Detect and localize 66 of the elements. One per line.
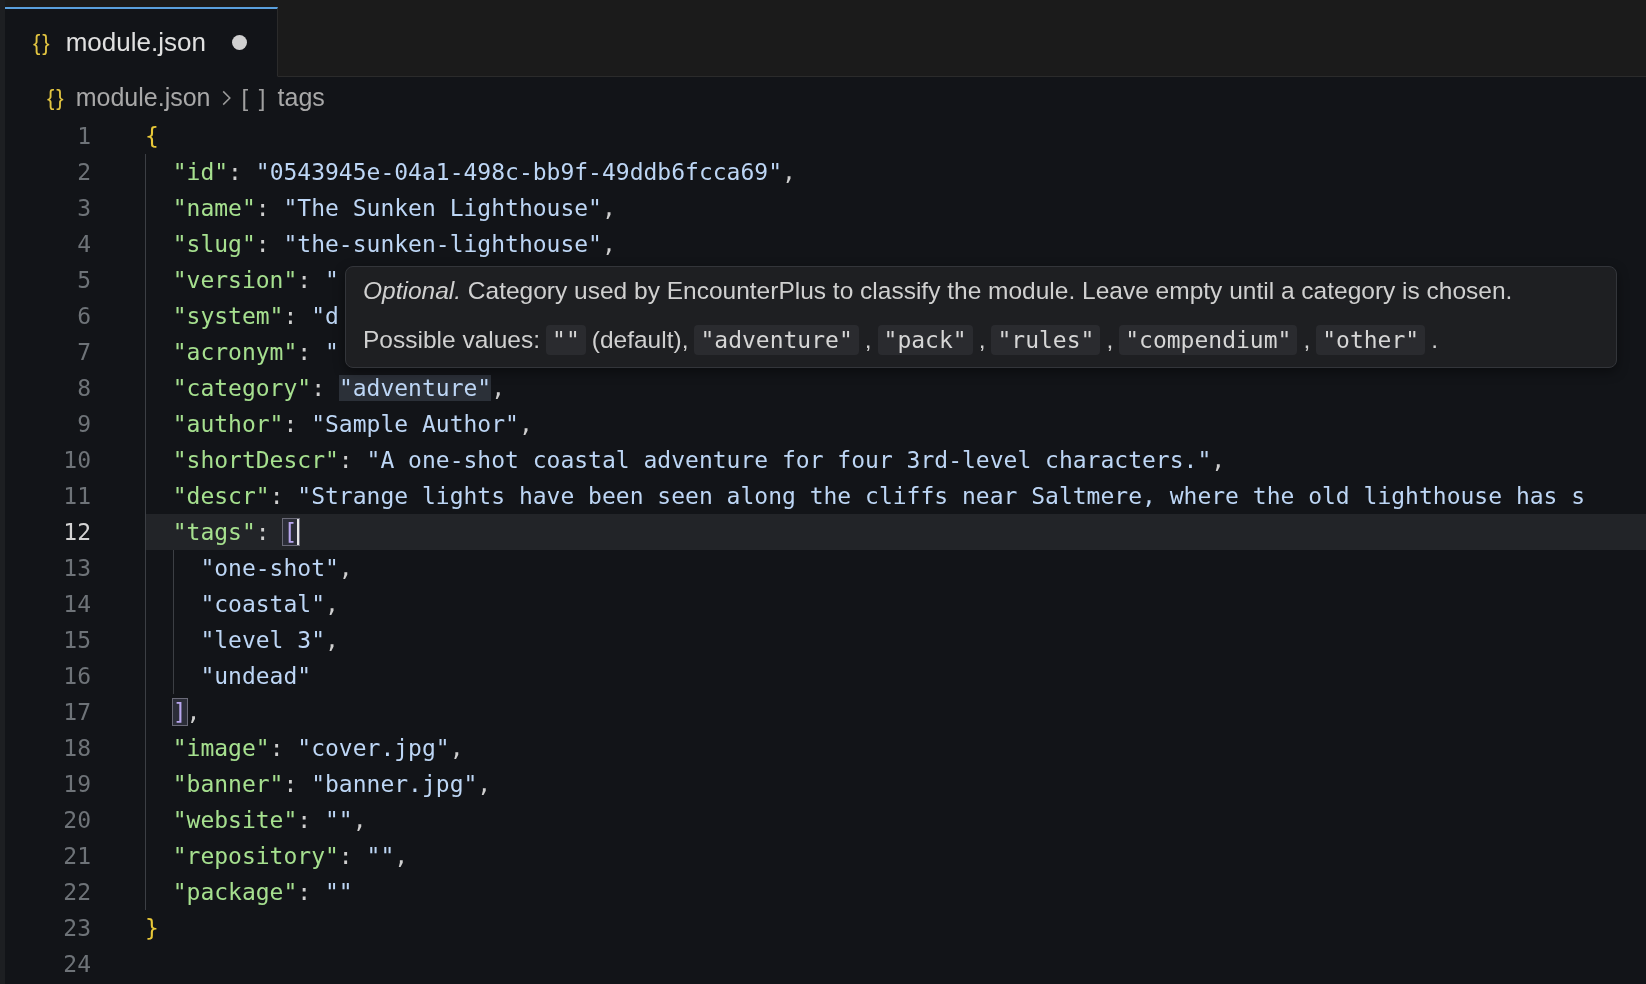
line-number: 15	[62, 627, 91, 653]
code-line: }	[145, 915, 159, 941]
code-line: "coastal",	[200, 591, 339, 617]
code-line: "name": "The Sunken Lighthouse",	[172, 195, 616, 221]
code-line: "image": "cover.jpg",	[172, 735, 464, 761]
code-line: "version": "	[172, 267, 339, 293]
line-number: 10	[62, 447, 91, 473]
line-number: 9	[76, 411, 91, 437]
code-line: "level 3",	[200, 627, 339, 653]
breadcrumb-icon: [ ]	[241, 83, 268, 112]
line-number: 11	[62, 483, 91, 509]
code-line: "slug": "the-sunken-lighthouse",	[172, 231, 616, 257]
code-value: "compendium"	[1119, 325, 1298, 355]
code-line: "website": "",	[172, 807, 367, 833]
line-number: 4	[76, 231, 91, 257]
code-line: "acronym": "	[172, 339, 339, 365]
line-number: 14	[62, 591, 91, 617]
line-number: 19	[62, 771, 91, 797]
code-line: "author": "Sample Author",	[172, 411, 533, 437]
code-line: "undead"	[200, 663, 312, 689]
tooltip-text: (default),	[591, 326, 689, 354]
code-line: "package": ""	[172, 879, 353, 905]
breadcrumb-icon: {}	[47, 84, 66, 111]
tooltip-text: Possible values:	[363, 326, 541, 354]
code-value: "adventure"	[694, 325, 859, 355]
code-line: "repository": "",	[172, 843, 409, 869]
tooltip-text: ,	[1106, 326, 1114, 354]
line-number: 7	[76, 339, 91, 365]
code-value: "other"	[1316, 325, 1426, 355]
line-number: 2	[76, 159, 91, 185]
line-number: 21	[62, 843, 91, 869]
line-number: 18	[62, 735, 91, 761]
line-number: 12	[62, 519, 91, 545]
code-line: "banner": "banner.jpg",	[172, 771, 492, 797]
code-line: "shortDescr": "A one-shot coastal adventure for four 3rd-level characters.",	[172, 447, 1226, 473]
tooltip-text: Optional. Category used by EncounterPlus to classify the module. Leave empty until a category is chosen.	[363, 277, 1514, 305]
line-number: 17	[62, 699, 91, 725]
line-number: 24	[62, 951, 91, 977]
code-line: "one-shot",	[200, 555, 353, 581]
editor-tab[interactable]: {} module.json	[5, 7, 278, 77]
code-line: "system": "d	[172, 303, 339, 329]
code-line: "id": "0543945e-04a1-498c-bb9f-49ddb6fcca69",	[172, 159, 796, 185]
tooltip-text: ,	[864, 326, 872, 354]
chevron-icon	[220, 88, 232, 107]
line-number: 1	[76, 123, 91, 149]
code-line: "category": "adventure",	[172, 375, 506, 401]
code-value: "rules"	[991, 325, 1101, 355]
tooltip-text: ,	[1303, 326, 1311, 354]
breadcrumb-item[interactable]: module.json	[75, 83, 211, 112]
line-number: 3	[76, 195, 91, 221]
line-number: 20	[62, 807, 91, 833]
line-number: 8	[76, 375, 91, 401]
line-number: 23	[62, 915, 91, 941]
code-line: "descr": "Strange lights have been seen along the cliffs near Saltmere, where the old lighthouse has s	[172, 483, 1586, 509]
code-line: "tags": [	[172, 519, 300, 545]
line-number: 6	[76, 303, 91, 329]
line-number: 16	[62, 663, 91, 689]
code-line: {	[145, 123, 159, 149]
tooltip-text: ,	[978, 326, 986, 354]
tooltip-text: .	[1431, 326, 1438, 354]
line-number: 13	[62, 555, 91, 581]
breadcrumb-item[interactable]: tags	[277, 83, 325, 112]
code-value: ""	[546, 325, 586, 355]
code-value: "pack"	[877, 325, 973, 355]
line-number: 5	[76, 267, 91, 293]
line-number: 22	[62, 879, 91, 905]
